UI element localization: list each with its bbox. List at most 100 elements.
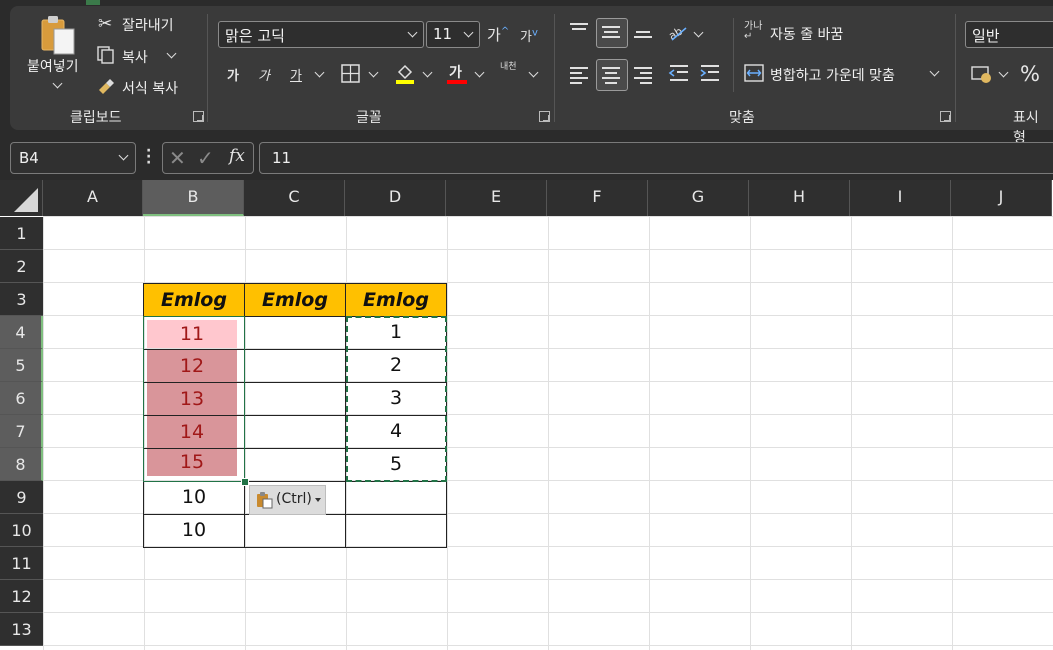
bold-button[interactable]: 가 — [227, 65, 239, 84]
orientation-icon[interactable]: ab — [668, 22, 690, 44]
formula-bar: B4 · · · ✕ ✓ fx 11 — [0, 142, 1053, 180]
name-box[interactable]: B4 — [10, 142, 136, 174]
column-header-j[interactable]: J — [951, 180, 1052, 216]
formula-input[interactable]: 11 — [259, 142, 1053, 174]
number-format-combo[interactable]: 일반 — [965, 21, 1053, 48]
align-left-icon[interactable] — [570, 64, 588, 87]
row-header-13[interactable]: 13 — [0, 613, 43, 646]
row-header-7[interactable]: 7 — [0, 415, 43, 448]
font-name-combo[interactable]: 맑은 고딕 — [218, 21, 424, 48]
italic-button[interactable]: 가 — [258, 65, 270, 84]
table-cell-c6[interactable] — [244, 382, 346, 416]
font-size-combo[interactable]: 11 — [426, 21, 480, 48]
accounting-format-icon[interactable] — [970, 64, 994, 84]
table-cell-d9[interactable] — [345, 481, 447, 515]
row-header-9[interactable]: 9 — [0, 481, 43, 514]
table-cell-d5[interactable]: 2 — [345, 349, 447, 383]
font-size-value: 11 — [433, 25, 453, 43]
table-cell-b10[interactable]: 10 — [143, 514, 245, 548]
percent-button[interactable]: % — [1020, 62, 1040, 86]
copy-icon — [97, 46, 114, 64]
table-cell-b9[interactable]: 10 — [143, 481, 245, 515]
row-header-10[interactable]: 10 — [0, 514, 43, 547]
merge-center-label: 병합하고 가운데 맞춤 — [770, 68, 895, 84]
table-cell-d7[interactable]: 4 — [345, 415, 447, 449]
cell-value: 12 — [179, 355, 205, 377]
font-color-button[interactable]: 가 — [447, 62, 469, 84]
fill-color-icon[interactable] — [394, 62, 416, 84]
column-header-h[interactable]: H — [749, 180, 850, 216]
chevron-down-icon — [463, 27, 474, 38]
column-header-i[interactable]: I — [850, 180, 951, 216]
paste-options-button[interactable]: (Ctrl) — [249, 485, 326, 515]
merge-center-button[interactable]: 병합하고 가운데 맞춤 — [744, 63, 944, 87]
table-cell-c10[interactable] — [244, 514, 346, 548]
enter-icon[interactable]: ✓ — [197, 146, 214, 170]
column-header-a[interactable]: A — [43, 180, 143, 216]
increase-indent-icon[interactable] — [699, 64, 721, 84]
row-header-6[interactable]: 6 — [0, 382, 43, 415]
borders-icon[interactable] — [341, 64, 361, 84]
align-right-icon[interactable] — [634, 64, 652, 87]
paste-dropdown-icon[interactable] — [52, 78, 63, 89]
highlight-cell-b6[interactable]: 13 — [147, 383, 237, 415]
row-header-5[interactable]: 5 — [0, 349, 43, 382]
table-cell-c5[interactable] — [244, 349, 346, 383]
insert-function-icon[interactable]: fx — [229, 146, 245, 166]
highlight-cell-b4[interactable]: 11 — [147, 320, 237, 348]
table-cell-d10[interactable] — [345, 514, 447, 548]
table-cell-c7[interactable] — [244, 415, 346, 449]
top-align-icon[interactable] — [570, 20, 588, 33]
dropdown-arrow-icon — [315, 498, 321, 502]
column-header-e[interactable]: E — [446, 180, 547, 216]
table-cell-d4[interactable]: 1 — [345, 316, 447, 350]
column-header-c[interactable]: C — [244, 180, 345, 216]
underline-button[interactable]: 가 — [290, 65, 302, 84]
chevron-down-icon — [407, 27, 418, 38]
number-format-value: 일반 — [972, 27, 1000, 45]
merge-dropdown-icon[interactable] — [929, 66, 940, 77]
cancel-icon[interactable]: ✕ — [169, 146, 186, 170]
copy-button[interactable]: 복사 — [96, 45, 186, 67]
header-cell-d3[interactable]: Emlog — [345, 283, 447, 317]
row-header-11[interactable]: 11 — [0, 547, 43, 580]
row-header-4[interactable]: 4 — [0, 316, 43, 349]
shrink-font-button[interactable]: 가v — [520, 26, 538, 45]
grow-font-button[interactable]: 가^ — [487, 24, 509, 45]
paste-button[interactable]: 붙여넣기 — [24, 12, 90, 94]
column-header-f[interactable]: F — [547, 180, 648, 216]
decrease-indent-icon[interactable] — [668, 64, 690, 84]
highlight-cell-b7[interactable]: 14 — [147, 416, 237, 448]
row-header-2[interactable]: 2 — [0, 250, 43, 283]
font-color-swatch — [447, 80, 467, 84]
row-header-8[interactable]: 8 — [0, 448, 43, 481]
select-all-button[interactable] — [0, 180, 43, 216]
row-header-3[interactable]: 3 — [0, 283, 43, 316]
phonetic-button[interactable]: 내천 — [500, 62, 520, 72]
cell-value: 11 — [179, 323, 205, 345]
clipboard-launcher-icon[interactable] — [193, 111, 204, 122]
header-cell-c3[interactable]: Emlog — [244, 283, 346, 317]
copy-dropdown-icon[interactable] — [166, 48, 177, 59]
more-options-icon[interactable]: · · · — [146, 144, 151, 170]
font-launcher-icon[interactable] — [539, 111, 550, 122]
column-header-g[interactable]: G — [648, 180, 749, 216]
row-header-1[interactable]: 1 — [0, 217, 43, 250]
highlight-cell-b5[interactable]: 12 — [147, 350, 237, 382]
table-cell-d8[interactable]: 5 — [345, 448, 447, 482]
table-cell-c4[interactable] — [244, 316, 346, 350]
table-cell-c8[interactable] — [244, 448, 346, 482]
highlight-cell-b8[interactable]: 15 — [147, 449, 237, 476]
table-cell-d6[interactable]: 3 — [345, 382, 447, 416]
cut-button[interactable]: ✂ 잘라내기 — [98, 14, 198, 36]
wrap-text-button[interactable]: 가나 ↵ 자동 줄 바꿈 — [744, 22, 884, 46]
column-header-b[interactable]: B — [143, 180, 244, 216]
alignment-launcher-icon[interactable] — [940, 111, 951, 122]
percent-label: % — [1020, 62, 1040, 86]
column-header-d[interactable]: D — [345, 180, 446, 216]
fill-handle[interactable] — [241, 478, 249, 486]
row-header-12[interactable]: 12 — [0, 580, 43, 613]
bottom-align-icon[interactable] — [634, 28, 652, 41]
header-cell-b3[interactable]: Emlog — [143, 283, 245, 317]
format-painter-button[interactable]: 서식 복사 — [96, 76, 196, 98]
